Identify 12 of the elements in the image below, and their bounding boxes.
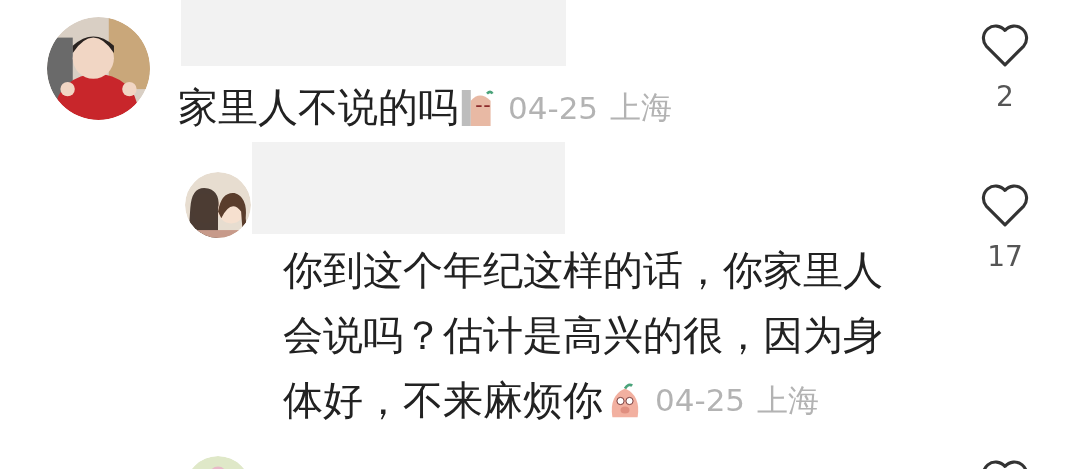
- comment-text: 家里人不说的吗: [178, 83, 458, 132]
- reply-text: 你到这个年纪这样的话，你家里人: [283, 246, 883, 295]
- comment-date: 04-25: [508, 89, 599, 126]
- like-count: 17: [987, 240, 1023, 273]
- heart-icon[interactable]: [980, 182, 1030, 228]
- reply-text: 体好，不来麻烦你: [283, 376, 603, 425]
- comment-location: 上海: [610, 87, 673, 127]
- reply-location: 上海: [757, 381, 820, 420]
- reply-date: 04-25: [655, 381, 746, 420]
- reply-text: 会说吗？估计是高兴的很，因为身: [283, 311, 883, 360]
- like-count: 2: [996, 80, 1014, 113]
- heart-icon[interactable]: [980, 22, 1030, 68]
